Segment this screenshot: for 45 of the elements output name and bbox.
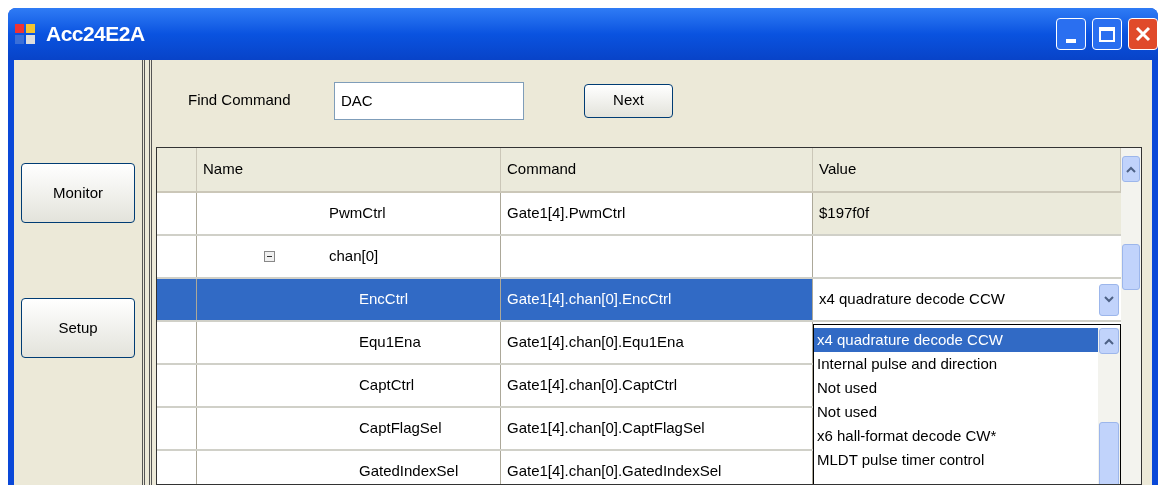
window-title: Acc24E2A (46, 21, 145, 48)
table-cell-text: CaptFlagSel (359, 418, 442, 439)
close-icon[interactable] (1135, 26, 1151, 42)
caret-down-icon (1104, 296, 1114, 303)
scroll-thumb[interactable] (1122, 244, 1140, 290)
nav-button[interactable]: Setup (21, 298, 135, 358)
table-cell-text: Gate1[4].PwmCtrl (507, 203, 626, 224)
table-cell-text: Gate1[4].chan[0].Equ1Ena (507, 332, 684, 353)
dropdown-option[interactable]: x4 quadrature decode CCW (814, 328, 1098, 352)
caret-up-icon (1104, 337, 1114, 345)
table-cell-text: chan[0] (329, 246, 379, 267)
row-header[interactable] (157, 279, 197, 320)
scroll-thumb[interactable] (1099, 422, 1119, 484)
scrollbar[interactable] (1098, 328, 1120, 484)
caret-up-icon (1126, 165, 1136, 173)
scroll-up-button[interactable] (1099, 328, 1119, 354)
minimize-button[interactable] (1056, 18, 1086, 50)
dropdown-option[interactable]: Not used (814, 400, 1098, 424)
search-field[interactable]: DAC (334, 81, 524, 120)
table-cell-text: PwmCtrl (329, 203, 386, 224)
dropdown-option[interactable]: Internal pulse and direction (814, 352, 1098, 376)
collapse-icon[interactable] (264, 251, 275, 262)
next-button[interactable]: Next (584, 83, 673, 118)
table-cell-text: GatedIndexSel (359, 461, 459, 482)
dropdown-option[interactable]: MLDT pulse timer control (814, 448, 1098, 472)
table-cell-text: EncCtrl (359, 289, 409, 310)
table-cell-text: Gate1[4].chan[0].CaptFlagSel (507, 418, 705, 439)
maximize-button[interactable] (1092, 18, 1122, 50)
table-cell-text: Gate1[4].chan[0].EncCtrl (507, 289, 672, 310)
column-header[interactable]: Command (501, 148, 813, 191)
column-header[interactable]: Name (197, 148, 501, 191)
table-cell-text: $197f0f (818, 203, 871, 224)
table-cell-text: Gate1[4].chan[0].GatedIndexSel (507, 461, 722, 482)
app-icon (14, 23, 36, 45)
find-label: Find Command (188, 90, 292, 111)
table-cell-text: Gate1[4].chan[0].CaptCtrl (507, 375, 678, 396)
dropdown-option[interactable]: x6 hall-format decode CW* (814, 424, 1098, 448)
scrollbar[interactable] (1121, 148, 1141, 484)
table-cell-text: CaptCtrl (359, 375, 414, 396)
nav-button[interactable]: Monitor (21, 163, 135, 223)
close-button[interactable] (1128, 18, 1158, 50)
table-cell-text: Equ1Ena (359, 332, 421, 353)
scroll-up-button[interactable] (1122, 156, 1140, 182)
dropdown-button[interactable] (1099, 283, 1119, 316)
dropdown-option[interactable]: Not used (814, 376, 1098, 400)
